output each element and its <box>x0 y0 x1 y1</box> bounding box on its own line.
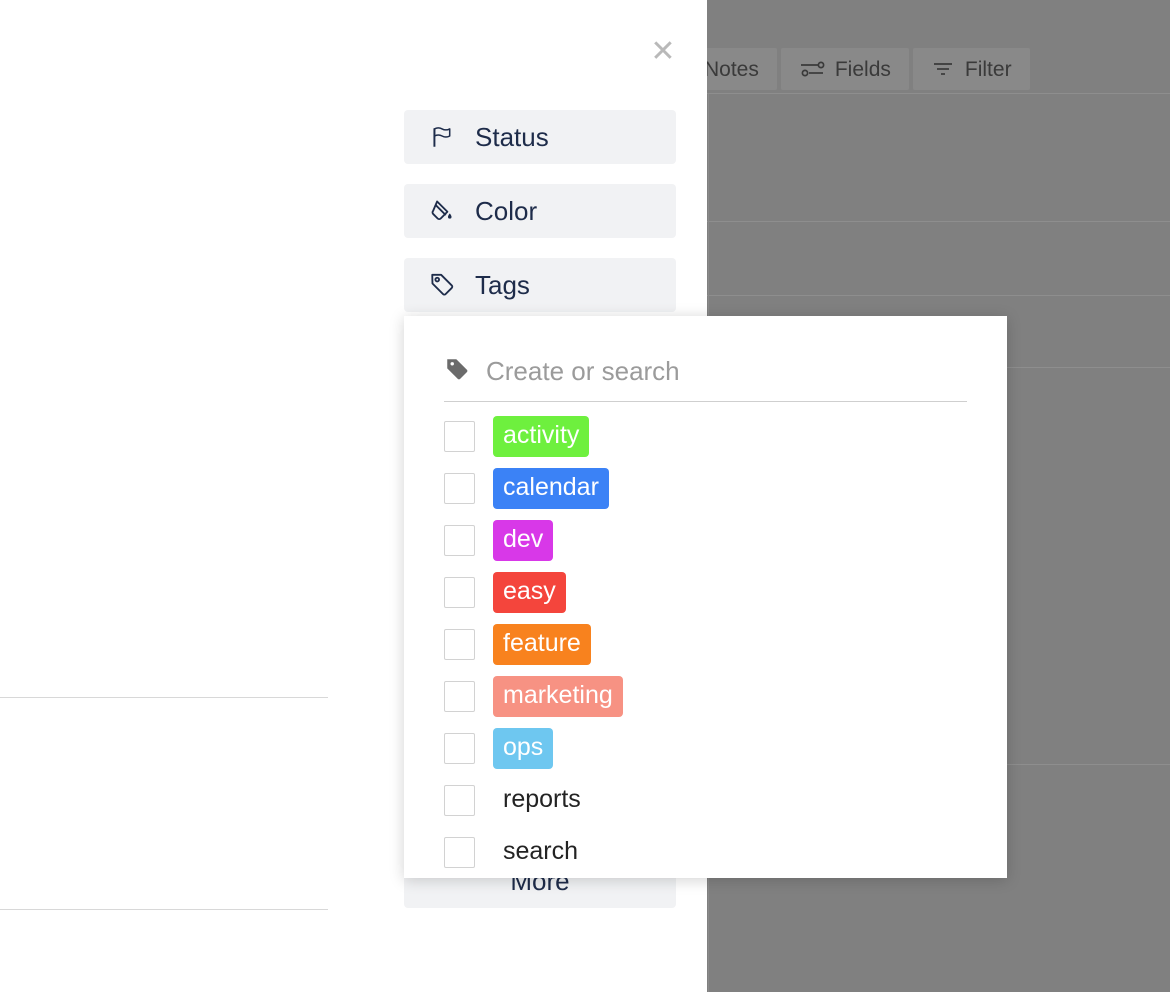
filter-icon <box>931 57 955 81</box>
tag-checkbox[interactable] <box>444 420 475 452</box>
tag-checkbox[interactable] <box>444 732 475 764</box>
table-row <box>707 221 1170 222</box>
tag-checkbox[interactable] <box>444 784 475 816</box>
tag-checkbox[interactable] <box>444 680 475 712</box>
menu-item-color[interactable]: Color <box>404 184 676 238</box>
tag-chip: marketing <box>493 675 623 717</box>
menu-item-tags-label: Tags <box>475 270 530 300</box>
list-item[interactable]: calendar <box>444 462 967 514</box>
tag-label: reports <box>503 784 581 813</box>
tag-chip: ops <box>493 727 554 769</box>
list-item[interactable]: feature <box>444 618 967 670</box>
paint-bucket-icon <box>429 198 455 224</box>
close-icon[interactable]: ✕ <box>648 37 678 67</box>
app-root: Notes Fields Filter ✕ Status Color Tags … <box>0 0 1170 992</box>
sliders-icon <box>799 57 825 81</box>
menu-item-status-label: Status <box>475 122 549 152</box>
filter-button[interactable]: Filter <box>912 48 1030 90</box>
tag-label: search <box>503 836 579 865</box>
tag-search-row <box>444 356 967 402</box>
flag-icon <box>429 124 455 150</box>
panel-divider <box>0 909 328 910</box>
property-menu: Status Color Tags <box>404 110 676 332</box>
list-item[interactable]: easy <box>444 566 967 618</box>
tag-checkbox[interactable] <box>444 576 475 608</box>
list-item[interactable]: reports <box>444 774 967 826</box>
tag-chip: dev <box>493 519 554 561</box>
filter-button-label: Filter <box>964 57 1012 81</box>
fields-button-label: Fields <box>834 57 891 81</box>
tag-chip: activity <box>493 415 590 457</box>
list-item[interactable]: marketing <box>444 670 967 722</box>
tag-checkbox[interactable] <box>444 836 475 868</box>
tag-chip: calendar <box>493 467 609 509</box>
tag-chip: easy <box>493 571 566 613</box>
tag-search-input[interactable] <box>486 356 967 387</box>
list-item[interactable]: search <box>444 826 967 878</box>
tag-filled-icon <box>444 356 470 387</box>
menu-item-color-label: Color <box>475 196 538 226</box>
tag-checkbox[interactable] <box>444 524 475 556</box>
table-row <box>707 295 1170 296</box>
tag-checkbox[interactable] <box>444 628 475 660</box>
menu-item-tags[interactable]: Tags <box>404 258 676 312</box>
list-item[interactable]: activity <box>444 410 967 462</box>
panel-divider <box>0 697 328 698</box>
tags-popup: activity calendar dev easy feature marke… <box>404 316 1007 878</box>
tag-outline-icon <box>429 272 455 298</box>
tag-list: activity calendar dev easy feature marke… <box>444 410 967 878</box>
menu-item-status[interactable]: Status <box>404 110 676 164</box>
list-item[interactable]: dev <box>444 514 967 566</box>
list-item[interactable]: ops <box>444 722 967 774</box>
tag-chip: feature <box>493 623 591 665</box>
fields-button[interactable]: Fields <box>780 48 909 90</box>
notes-button-label: Notes <box>704 57 759 81</box>
tag-checkbox[interactable] <box>444 472 475 504</box>
